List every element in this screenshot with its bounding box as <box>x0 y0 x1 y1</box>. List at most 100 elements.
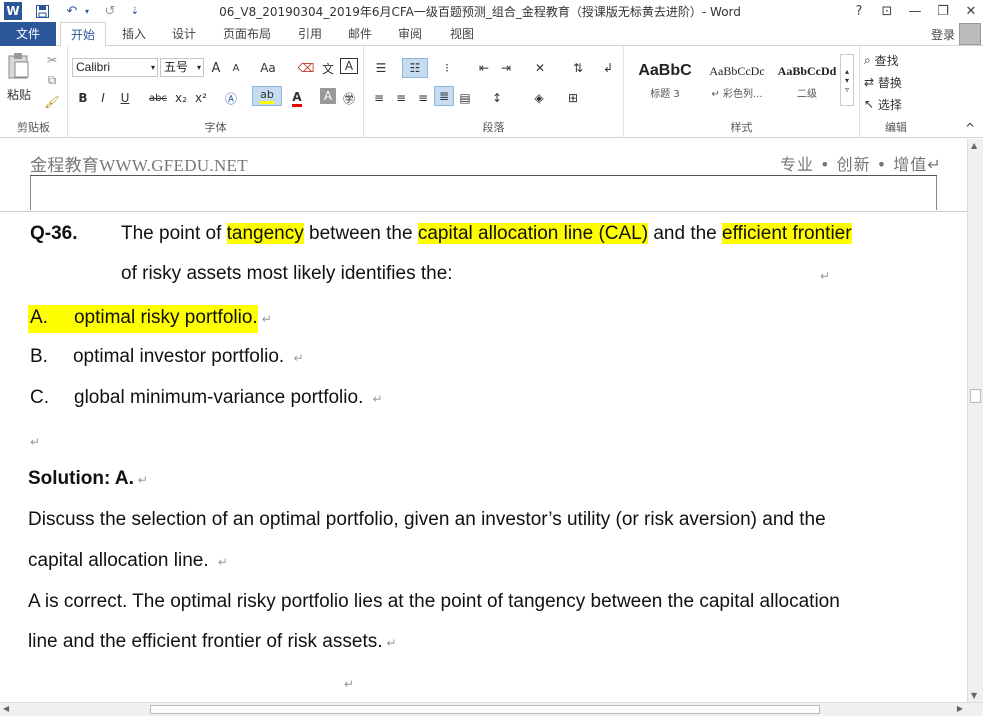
char-shading-icon[interactable]: A <box>320 88 336 104</box>
tab-insert[interactable]: 插入 <box>114 22 154 46</box>
scroll-right-icon[interactable]: ▶ <box>957 704 963 713</box>
option-c[interactable]: C. global minimum-variance portfolio. ↵ <box>30 387 383 409</box>
close-button[interactable]: ✕ <box>960 1 982 21</box>
copy-icon[interactable]: ⧉ <box>42 70 62 90</box>
phonetic-guide-icon[interactable]: 文 <box>318 58 338 78</box>
sort-icon[interactable]: ⇅ <box>568 58 588 78</box>
style-preview: AaBbC <box>638 62 692 79</box>
style-heading3[interactable]: AaBbC 标题 3 <box>630 56 700 106</box>
decrease-indent-icon[interactable]: ⇤ <box>474 58 494 78</box>
highlight-color-icon[interactable]: ab <box>252 86 282 106</box>
styles-scroll[interactable]: ▴ ▾ ▿ <box>840 54 854 106</box>
style-level2[interactable]: AaBbCcDd 二级 <box>772 56 842 106</box>
select-button[interactable]: ↖ 选择 <box>864 94 924 114</box>
asian-layout-icon[interactable]: ✕ <box>528 58 552 78</box>
grow-font-button[interactable]: A <box>208 58 224 78</box>
bullets-icon[interactable]: ☰ <box>370 58 392 78</box>
highlight-tangency: tangency <box>226 223 304 244</box>
help-button[interactable]: ? <box>848 1 870 21</box>
correct-line-1: A is correct. The optimal risky portfoli… <box>28 591 840 612</box>
distributed-icon[interactable]: ▤ <box>456 88 474 108</box>
vertical-scrollbar[interactable]: ▲ ▼ <box>967 139 983 702</box>
font-color-icon[interactable]: A <box>286 88 308 108</box>
undo-dropdown-icon[interactable]: ▾ <box>82 2 92 20</box>
ribbon-display-options-button[interactable]: ⊡ <box>876 1 898 21</box>
tab-references[interactable]: 引用 <box>290 22 330 46</box>
question-text: The point of <box>121 223 227 244</box>
style-preview: AaBbCcDc <box>709 64 765 78</box>
customize-qat-icon[interactable]: ⇣ <box>128 2 142 20</box>
paste-icon[interactable] <box>4 52 34 80</box>
tab-review[interactable]: 审阅 <box>390 22 430 46</box>
document-page[interactable]: 金程教育WWW.GFEDU.NET 专业 • 创新 • 增值↵ Q-36. Th… <box>0 139 967 702</box>
align-right-icon[interactable]: ≡ <box>414 88 432 108</box>
vertical-scroll-thumb[interactable] <box>970 389 981 403</box>
numbering-icon[interactable]: ☷ <box>402 58 428 78</box>
maximize-button[interactable]: ❐ <box>932 1 954 21</box>
paste-button[interactable]: 粘贴 <box>4 84 34 104</box>
tab-view[interactable]: 视图 <box>442 22 482 46</box>
change-case-button[interactable]: Aa <box>254 58 282 78</box>
option-a[interactable]: A. optimal risky portfolio. ↵ <box>28 305 272 333</box>
scroll-left-icon[interactable]: ◀ <box>3 704 9 713</box>
line-spacing-icon[interactable]: ↕ <box>484 88 510 108</box>
login-link[interactable]: 登录 <box>931 26 955 43</box>
avatar[interactable] <box>959 23 981 45</box>
tab-mailings[interactable]: 邮件 <box>340 22 380 46</box>
shrink-font-button[interactable]: A <box>228 58 244 78</box>
enclose-char-icon[interactable]: ㊫ <box>340 88 358 108</box>
title-bar: W ↶ ▾ ↺ ⇣ 06_V8_20190304_2019年6月CFA一级百题预… <box>0 0 983 22</box>
find-label: 查找 <box>874 53 899 68</box>
save-icon[interactable] <box>32 2 52 20</box>
option-text: optimal risky portfolio. <box>73 307 258 328</box>
shading-icon[interactable]: ◈ <box>526 88 552 108</box>
option-text: optimal investor portfolio. <box>72 346 290 367</box>
char-border-icon[interactable]: A <box>340 58 358 74</box>
option-b[interactable]: B. optimal investor portfolio. ↵ <box>30 346 304 368</box>
multilevel-list-icon[interactable]: ⁝ <box>436 58 458 78</box>
word-app-icon: W <box>4 2 22 20</box>
borders-icon[interactable]: ⊞ <box>560 88 586 108</box>
text-effects-icon[interactable]: Ⓐ <box>220 88 242 108</box>
find-button[interactable]: ⌕ 查找 <box>864 50 924 70</box>
subscript-button[interactable]: x₂ <box>172 88 190 108</box>
undo-icon[interactable]: ↶ <box>62 2 82 20</box>
tab-layout[interactable]: 页面布局 <box>214 22 280 46</box>
italic-button[interactable]: I <box>94 88 112 108</box>
style-color-list[interactable]: AaBbCcDc ↵ 彩色列... <box>702 56 772 106</box>
justify-icon[interactable]: ≣ <box>434 86 454 106</box>
question-text: and the <box>648 223 723 244</box>
superscript-button[interactable]: x² <box>192 88 210 108</box>
horizontal-scroll-thumb[interactable] <box>150 705 820 714</box>
collapse-ribbon-button[interactable]: ^ <box>962 118 978 138</box>
scroll-up-icon[interactable]: ▲ <box>971 141 977 150</box>
tab-home[interactable]: 开始 <box>60 22 106 47</box>
redo-icon[interactable]: ↺ <box>100 2 120 20</box>
format-painter-icon[interactable]: 🖌 <box>42 92 62 112</box>
minimize-button[interactable]: — <box>904 1 926 21</box>
horizontal-scrollbar[interactable]: ◀ ▶ <box>0 702 983 716</box>
option-text: global minimum-variance portfolio. <box>74 387 369 408</box>
clear-formatting-icon[interactable]: ⌫ <box>296 58 316 78</box>
strikethrough-button[interactable]: abc <box>146 88 170 108</box>
replace-button[interactable]: ⇄ 替换 <box>864 72 924 92</box>
show-marks-icon[interactable]: ↲ <box>598 58 618 78</box>
align-left-icon[interactable]: ≡ <box>370 88 388 108</box>
bold-button[interactable]: B <box>74 88 92 108</box>
font-name-select[interactable]: Calibri ▾ <box>72 58 158 77</box>
underline-button[interactable]: U <box>116 88 134 108</box>
tab-design[interactable]: 设计 <box>164 22 204 46</box>
option-letter: C. <box>30 387 49 408</box>
paragraph-group: ☰ ☷ ⁝ ⇤ ⇥ ✕ ⇅ ↲ ≡ ≡ ≡ ≣ ▤ ↕ ◈ ⊞ 段落 <box>364 46 624 138</box>
paragraph-mark: ↵ <box>30 435 41 449</box>
scroll-down-icon[interactable]: ▼ <box>971 691 977 700</box>
increase-indent-icon[interactable]: ⇥ <box>496 58 516 78</box>
cut-icon[interactable]: ✂ <box>42 50 62 70</box>
paragraph-mark: ↵ <box>820 269 831 283</box>
select-label: 选择 <box>877 97 902 112</box>
window-title: 06_V8_20190304_2019年6月CFA一级百题预测_组合_金程教育（… <box>219 5 741 19</box>
font-size-select[interactable]: 五号 ▾ <box>160 58 204 77</box>
chevron-down-icon: ▾ <box>196 63 201 72</box>
align-center-icon[interactable]: ≡ <box>392 88 410 108</box>
tab-file[interactable]: 文件 <box>0 22 56 46</box>
